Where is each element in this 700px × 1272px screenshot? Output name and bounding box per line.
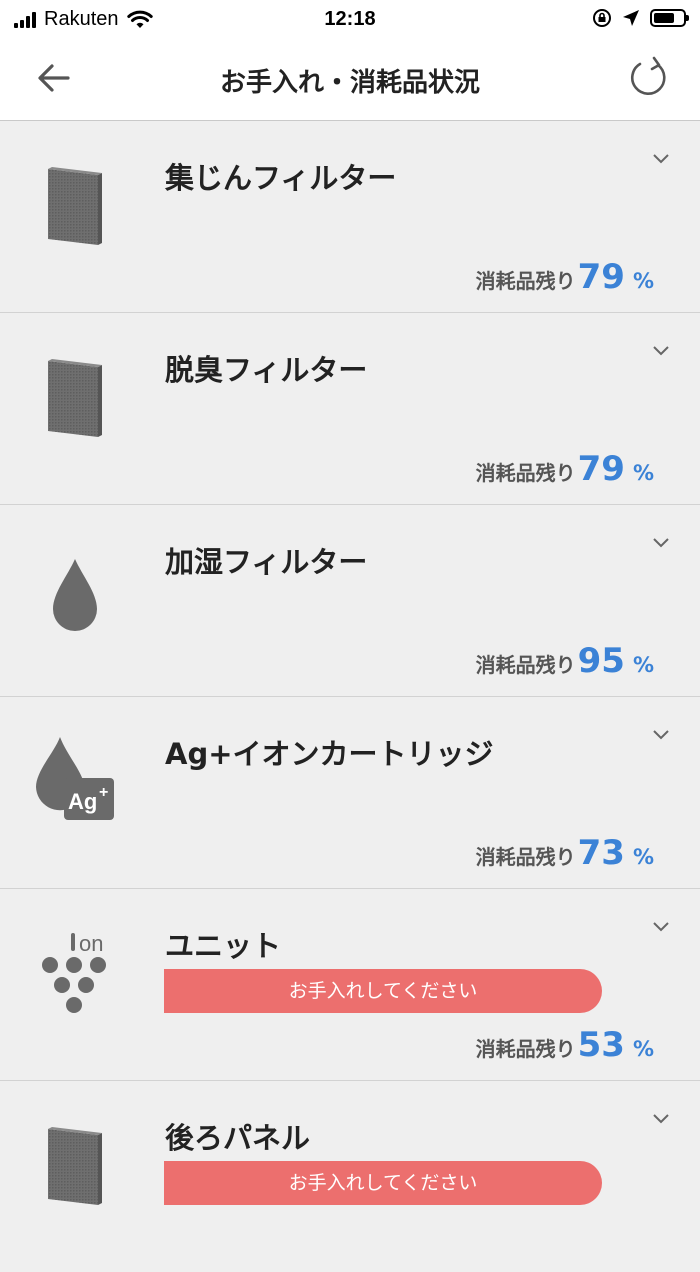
item-name: ユニット [165, 929, 282, 963]
item-name: 集じんフィルター [165, 161, 397, 195]
remaining-label: 消耗品残り [475, 845, 576, 869]
orientation-lock-icon [593, 9, 611, 27]
remaining-info: 消耗品残り 73 % [476, 833, 654, 873]
item-name: Ag+イオンカートリッジ [165, 737, 494, 771]
page-title: お手入れ・消耗品状況 [219, 68, 480, 98]
ag-badge-plus: + [99, 784, 108, 801]
remaining-percent: 79 [577, 257, 625, 297]
remaining-info: 消耗品残り 53 % [476, 1025, 654, 1065]
percent-unit: % [632, 269, 654, 293]
nav-bar: お手入れ・消耗品状況 [0, 40, 700, 121]
chevron-down-icon[interactable] [652, 1113, 670, 1125]
remaining-label: 消耗品残り [475, 269, 576, 293]
list-item-ag-ion-cartridge[interactable]: Ag + Ag+イオンカートリッジ 消耗品残り 73 % [0, 697, 700, 889]
remaining-label: 消耗品残り [475, 1037, 576, 1061]
item-name: 脱臭フィルター [165, 353, 368, 387]
item-name: 後ろパネル [165, 1121, 311, 1155]
chevron-down-icon[interactable] [652, 345, 670, 357]
ion-unit-icon: on [42, 931, 106, 1013]
remaining-percent: 79 [577, 449, 625, 489]
filter-icon [48, 359, 102, 437]
remaining-info: 消耗品残り 79 % [476, 257, 654, 297]
percent-unit: % [632, 653, 654, 677]
percent-unit: % [632, 1037, 654, 1061]
item-name: 加湿フィルター [165, 545, 368, 579]
remaining-percent: 53 [577, 1025, 625, 1065]
maintenance-alert[interactable]: お手入れしてください [164, 969, 602, 1013]
remaining-info: 消耗品残り 79 % [476, 449, 654, 489]
remaining-info: 消耗品残り 95 % [476, 641, 654, 681]
filter-icon [48, 167, 102, 245]
chevron-down-icon[interactable] [652, 729, 670, 741]
chevron-down-icon[interactable] [652, 153, 670, 165]
chevron-down-icon[interactable] [652, 537, 670, 549]
ag-ion-cartridge-icon: Ag + [36, 737, 114, 820]
ion-icon-text: on [79, 931, 103, 956]
percent-unit: % [632, 845, 654, 869]
status-bar: Rakuten 12:18 [0, 0, 700, 40]
maintenance-alert[interactable]: お手入れしてください [164, 1161, 602, 1205]
location-icon [623, 10, 639, 26]
battery-icon [650, 9, 689, 27]
list-item-unit[interactable]: on ユニット お手入れしてください 消耗品残り 53 % [0, 889, 700, 1081]
list-item-humidifier-filter[interactable]: 加湿フィルター 消耗品残り 95 % [0, 505, 700, 697]
list-item-dust-filter[interactable]: 集じんフィルター 消耗品残り 79 % [0, 121, 700, 313]
remaining-label: 消耗品残り [475, 653, 576, 677]
consumables-list: 集じんフィルター 消耗品残り 79 % 脱臭フィルター 消耗品残り 79 % 加… [0, 121, 700, 1272]
list-item-rear-panel[interactable]: 後ろパネル お手入れしてください [0, 1081, 700, 1272]
percent-unit: % [632, 461, 654, 485]
list-item-deodorizing-filter[interactable]: 脱臭フィルター 消耗品残り 79 % [0, 313, 700, 505]
refresh-button[interactable] [628, 56, 670, 98]
chevron-down-icon[interactable] [652, 921, 670, 933]
remaining-label: 消耗品残り [475, 461, 576, 485]
ag-badge-text: Ag [68, 789, 97, 814]
status-right [592, 8, 689, 28]
remaining-percent: 73 [577, 833, 625, 873]
water-drop-icon [53, 559, 97, 631]
remaining-percent: 95 [577, 641, 625, 681]
panel-icon [48, 1127, 102, 1205]
